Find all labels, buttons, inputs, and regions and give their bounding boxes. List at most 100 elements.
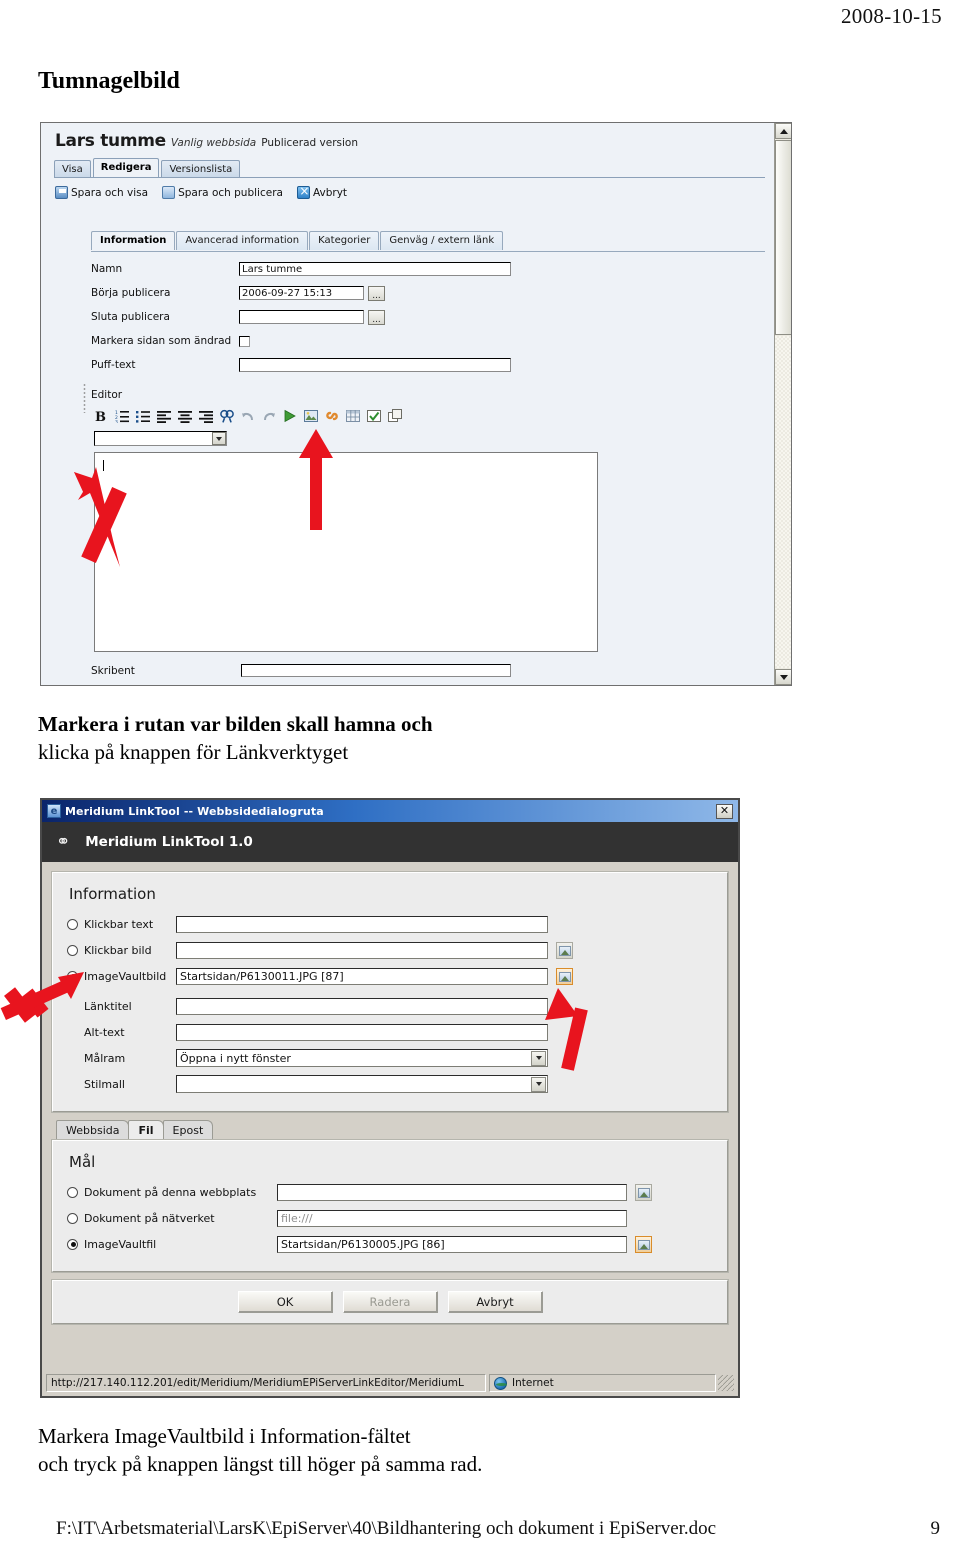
imagevaultbild-input[interactable]: Startsidan/P6130011.JPG [87] (176, 967, 548, 985)
align-right-icon[interactable] (199, 409, 213, 423)
tab-versionslista[interactable]: Versionslista (161, 160, 241, 178)
align-left-icon[interactable] (157, 409, 171, 423)
meridium-linktool-dialog: Meridium LinkTool -- Webbsidedialogruta … (40, 798, 740, 1398)
dokument-webbplats-browse-button[interactable] (635, 1183, 652, 1201)
episerver-form: Namn Lars tumme Börja publicera 2006-09-… (91, 257, 763, 377)
caption1-line1: Markera i rutan var bilden skall hamna o… (38, 712, 433, 736)
ok-button[interactable]: OK (237, 1291, 333, 1313)
tab-visa[interactable]: Visa (54, 160, 91, 178)
statusbar-url: http://217.140.112.201/edit/Meridium/Mer… (46, 1374, 486, 1392)
caption1-line2: klicka på knappen för Länkverktyget (38, 740, 349, 764)
editor-grip-handle[interactable] (83, 383, 86, 413)
skribent-label: Skribent (91, 665, 135, 677)
klickbar-bild-radio[interactable] (67, 944, 78, 956)
editor-format-select[interactable] (94, 431, 227, 446)
save-and-view-button[interactable]: Spara och visa (55, 186, 148, 199)
vertical-scrollbar[interactable] (774, 123, 791, 685)
find-icon[interactable] (220, 409, 234, 423)
alt-text-input[interactable] (176, 1023, 548, 1041)
tab-fil[interactable]: Fil (128, 1120, 164, 1140)
imagevaultfil-browse-button[interactable] (635, 1235, 652, 1253)
form-field-icon[interactable] (367, 409, 381, 423)
insert-image-icon[interactable] (304, 409, 318, 423)
insert-link-icon[interactable] (325, 409, 339, 423)
radera-button: Radera (342, 1291, 438, 1313)
dokument-natverket-input[interactable]: file:/// (277, 1209, 627, 1227)
redo-icon[interactable] (262, 409, 276, 423)
insert-table-icon[interactable] (346, 409, 360, 423)
klickbar-text-radio[interactable] (67, 918, 78, 930)
sluta-publicera-input[interactable] (239, 310, 364, 324)
skribent-input[interactable] (241, 664, 511, 677)
sluta-publicera-browse-button[interactable]: ... (368, 309, 385, 325)
dokument-natverket-label: Dokument på nätverket (84, 1211, 215, 1225)
information-heading: Information (69, 885, 156, 903)
row-lanktitel: Länktitel (67, 993, 715, 1019)
statusbar-zone-label: Internet (512, 1377, 554, 1389)
undo-icon[interactable] (241, 409, 255, 423)
scroll-up-button[interactable] (775, 123, 791, 139)
stilmall-select-arrow[interactable] (531, 1076, 546, 1092)
borja-publicera-browse-button[interactable]: ... (368, 285, 385, 301)
malram-select-arrow[interactable] (531, 1050, 546, 1066)
markera-sidan-checkbox[interactable] (239, 335, 250, 347)
episerver-page-heading: Lars tumme Vanlig webbsida Publicerad vers… (55, 131, 358, 151)
save-publish-icon (162, 186, 176, 199)
imagevaultfil-radio[interactable] (67, 1238, 78, 1250)
markera-sidan-label: Markera sidan som ändrad (91, 335, 232, 347)
klickbar-bild-input[interactable] (176, 941, 548, 959)
unordered-list-icon[interactable] (136, 409, 150, 423)
cancel-button[interactable]: Avbryt (296, 184, 347, 199)
puff-text-input[interactable] (239, 358, 511, 372)
subtab-avancerad-information[interactable]: Avancerad information (176, 231, 309, 250)
ie-icon (47, 804, 61, 818)
namn-input[interactable]: Lars tumme (239, 262, 511, 276)
statusbar-zone: Internet (489, 1374, 716, 1392)
klickbar-text-input[interactable] (176, 915, 548, 933)
editor-toolbar: B 1 2 3 (94, 409, 402, 423)
imagevaultbild-radio[interactable] (67, 970, 78, 982)
tab-redigera[interactable]: Redigera (92, 158, 160, 178)
klickbar-bild-label: Klickbar bild (84, 943, 152, 957)
bold-icon[interactable]: B (94, 409, 108, 423)
avbryt-button[interactable]: Avbryt (447, 1291, 543, 1313)
editor-format-select-arrow[interactable] (212, 432, 226, 445)
malram-label: Målram (84, 1051, 126, 1065)
caption2-line2: och tryck på knappen längst till höger p… (38, 1452, 483, 1476)
dokument-webbplats-radio[interactable] (67, 1186, 78, 1198)
subtab-information[interactable]: Information (91, 231, 176, 250)
svg-text:3: 3 (115, 420, 118, 424)
dokument-webbplats-input[interactable] (277, 1183, 627, 1201)
subtab-kategorier[interactable]: Kategorier (309, 231, 380, 250)
sluta-publicera-label: Sluta publicera (91, 311, 170, 323)
close-icon[interactable]: ✕ (716, 803, 733, 819)
save-and-publish-button[interactable]: Spara och publicera (162, 186, 283, 199)
klickbar-text-label: Klickbar text (84, 917, 154, 931)
rich-text-editor-area[interactable] (94, 452, 598, 652)
stilmall-select[interactable] (176, 1075, 548, 1093)
resize-grip[interactable] (718, 1375, 734, 1391)
editor-label: Editor (91, 389, 123, 401)
scrollbar-thumb[interactable] (775, 140, 791, 335)
row-klickbar-text: Klickbar text (67, 911, 715, 937)
dokument-natverket-radio[interactable] (67, 1212, 78, 1224)
subtab-genvag-extern-lank[interactable]: Genväg / extern länk (380, 231, 504, 250)
dialog-footer: OK Radera Avbryt (51, 1279, 729, 1325)
malram-select[interactable]: Öppna i nytt fönster (176, 1049, 548, 1067)
align-center-icon[interactable] (178, 409, 192, 423)
field-row-borja-publicera: Börja publicera 2006-09-27 15:13 ... (91, 281, 763, 305)
tab-epost[interactable]: Epost (162, 1120, 214, 1140)
window-icon[interactable] (388, 409, 402, 423)
scroll-down-button[interactable] (775, 669, 791, 685)
dialog-banner: ⚭ Meridium LinkTool 1.0 (42, 822, 738, 862)
spellcheck-icon[interactable] (283, 409, 297, 423)
lanktitel-input[interactable] (176, 997, 548, 1015)
klickbar-bild-browse-button[interactable] (556, 941, 573, 959)
scrollbar-track[interactable] (775, 336, 791, 668)
borja-publicera-input[interactable]: 2006-09-27 15:13 (239, 286, 364, 300)
ordered-list-icon[interactable]: 1 2 3 (115, 409, 129, 423)
imagevaultbild-browse-button[interactable] (556, 967, 573, 985)
tab-webbsida[interactable]: Webbsida (56, 1120, 130, 1140)
imagevaultfil-input[interactable]: Startsidan/P6130005.JPG [86] (277, 1235, 627, 1253)
dialog-statusbar: http://217.140.112.201/edit/Meridium/Mer… (44, 1372, 736, 1394)
